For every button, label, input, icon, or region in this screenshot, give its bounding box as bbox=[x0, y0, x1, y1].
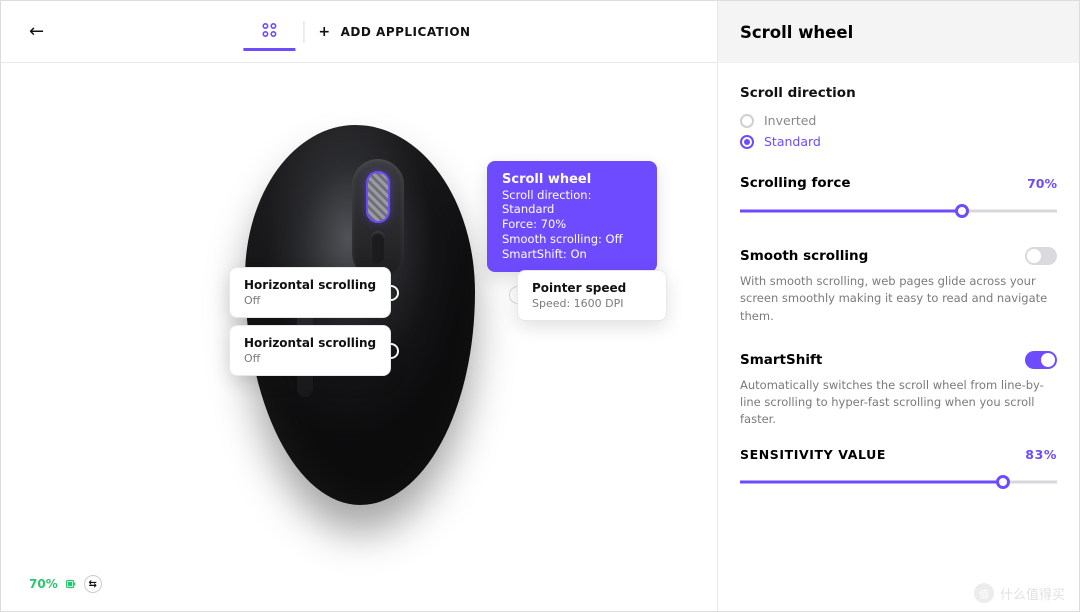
smooth-scrolling-desc: With smooth scrolling, web pages glide a… bbox=[740, 273, 1057, 325]
radio-inverted[interactable]: Inverted bbox=[740, 113, 1057, 128]
scrolling-force-label: Scrolling force bbox=[740, 175, 850, 191]
panel-title: Scroll wheel bbox=[718, 1, 1079, 63]
smartshift-desc: Automatically switches the scroll wheel … bbox=[740, 377, 1057, 429]
apps-grid-icon[interactable] bbox=[243, 13, 295, 51]
scroll-direction-label: Scroll direction bbox=[740, 85, 1057, 101]
back-button[interactable]: ← bbox=[29, 21, 44, 42]
sensitivity-label: SENSITIVITY VALUE bbox=[740, 447, 886, 462]
callout-title: Horizontal scrolling bbox=[244, 278, 376, 292]
callout-title: Pointer speed bbox=[532, 281, 652, 295]
sensitivity-slider[interactable] bbox=[740, 472, 1057, 492]
add-application-label: ADD APPLICATION bbox=[341, 25, 471, 39]
battery-status: 70% bbox=[29, 575, 102, 593]
callout-scroll-wheel[interactable]: Scroll wheel Scroll direction: Standard … bbox=[487, 161, 657, 272]
callout-hscroll-1[interactable]: Horizontal scrolling Off bbox=[229, 267, 391, 318]
callout-title: Scroll wheel bbox=[502, 172, 642, 187]
scrolling-force-value: 70% bbox=[1027, 176, 1057, 191]
smooth-scrolling-label: Smooth scrolling bbox=[740, 248, 868, 264]
easy-switch-icon[interactable] bbox=[84, 575, 102, 593]
battery-percent: 70% bbox=[29, 577, 58, 591]
callout-title: Horizontal scrolling bbox=[244, 336, 376, 350]
callout-sub: Off bbox=[244, 352, 376, 365]
callout-sub: Speed: 1600 DPI bbox=[532, 297, 652, 310]
device-area: logi Scroll wheel Scroll direction: Stan… bbox=[1, 63, 719, 611]
sensitivity-value: 83% bbox=[1025, 447, 1057, 462]
topbar: ← + ADD APPLICATION bbox=[1, 1, 719, 63]
main-area: ← + ADD APPLICATION logi bbox=[1, 1, 719, 611]
battery-icon bbox=[64, 577, 78, 591]
callout-pointer-speed[interactable]: Pointer speed Speed: 1600 DPI bbox=[517, 270, 667, 321]
smartshift-label: SmartShift bbox=[740, 352, 822, 368]
separator bbox=[303, 21, 304, 43]
watermark-badge: 值 bbox=[974, 583, 994, 603]
scroll-wheel-hotspot[interactable] bbox=[368, 173, 388, 221]
smooth-scrolling-toggle[interactable] bbox=[1025, 247, 1057, 265]
watermark: 值 什么值得买 bbox=[974, 583, 1065, 603]
scrolling-force-slider[interactable] bbox=[740, 201, 1057, 221]
callout-hscroll-2[interactable]: Horizontal scrolling Off bbox=[229, 325, 391, 376]
add-application-button[interactable]: + ADD APPLICATION bbox=[312, 24, 476, 40]
settings-panel: Scroll wheel Scroll direction Inverted S… bbox=[717, 1, 1079, 611]
radio-label: Inverted bbox=[764, 113, 816, 128]
smartshift-toggle[interactable] bbox=[1025, 351, 1057, 369]
callout-sub: Off bbox=[244, 294, 376, 307]
watermark-text: 什么值得买 bbox=[1000, 584, 1065, 603]
radio-label: Standard bbox=[764, 134, 821, 149]
radio-icon bbox=[740, 114, 754, 128]
radio-icon bbox=[740, 135, 754, 149]
plus-icon: + bbox=[318, 24, 330, 40]
radio-standard[interactable]: Standard bbox=[740, 134, 1057, 149]
